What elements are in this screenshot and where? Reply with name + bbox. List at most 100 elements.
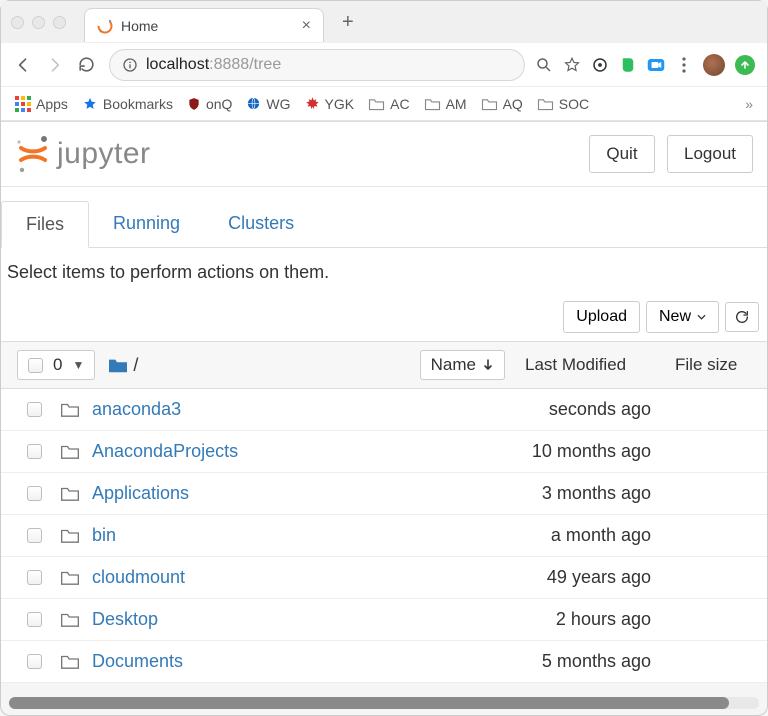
update-indicator-icon[interactable] [735, 55, 755, 75]
quit-button[interactable]: Quit [589, 135, 654, 173]
file-modified: a month ago [551, 525, 751, 546]
file-modified: 3 months ago [542, 483, 751, 504]
folder-icon [424, 97, 441, 111]
close-tab-button[interactable]: × [302, 17, 311, 35]
file-name-link[interactable]: anaconda3 [92, 399, 181, 420]
file-row[interactable]: bin a month ago [1, 515, 767, 557]
file-modified: seconds ago [549, 399, 751, 420]
bookmark-folder-aq[interactable]: AQ [481, 96, 523, 112]
selection-hint: Select items to perform actions on them. [1, 248, 767, 297]
minimize-window-button[interactable] [32, 16, 45, 29]
toolbar: localhost:8888/tree [1, 43, 767, 87]
extension-info-icon[interactable] [591, 56, 609, 74]
breadcrumb-root-icon[interactable] [107, 356, 129, 374]
select-all-dropdown[interactable]: 0 ▼ [17, 350, 95, 380]
select-all-checkbox[interactable] [28, 358, 43, 373]
folder-icon [60, 443, 82, 460]
bookmark-folder-am[interactable]: AM [424, 96, 467, 112]
scrollbar-thumb[interactable] [9, 697, 729, 709]
bookmark-wg[interactable]: WG [246, 96, 290, 112]
file-row[interactable]: anaconda3 seconds ago [1, 389, 767, 431]
reload-button[interactable] [77, 55, 99, 74]
jupyter-favicon-icon [97, 18, 113, 34]
bookmarks-overflow-button[interactable]: » [745, 96, 753, 112]
row-checkbox[interactable] [27, 612, 42, 627]
bookmark-onq[interactable]: onQ [187, 96, 232, 112]
file-row[interactable]: cloudmount49 years ago [1, 557, 767, 599]
browser-tab[interactable]: Home × [84, 8, 324, 42]
file-list: anaconda3 seconds ago AnacondaProjects 10 m… [1, 389, 767, 683]
tab-title: Home [121, 18, 294, 34]
apps-shortcut[interactable]: Apps [15, 96, 68, 112]
refresh-button[interactable] [725, 302, 759, 332]
modified-col-label[interactable]: Last Modified [525, 355, 665, 375]
file-modified: 10 months ago [532, 441, 751, 462]
video-extension-icon[interactable] [647, 56, 665, 74]
header-buttons: Quit Logout [581, 135, 753, 173]
file-toolbar: Upload New [1, 297, 767, 341]
bookmarks-label: Bookmarks [103, 96, 173, 112]
apps-label: Apps [36, 96, 68, 112]
bookmark-folder-soc[interactable]: SOC [537, 96, 589, 112]
file-name-link[interactable]: AnacondaProjects [92, 441, 238, 462]
forward-button[interactable] [45, 55, 67, 75]
row-checkbox[interactable] [27, 654, 42, 669]
file-name-link[interactable]: bin [92, 525, 116, 546]
tab-files[interactable]: Files [1, 201, 89, 248]
tab-running[interactable]: Running [89, 201, 204, 247]
window-controls [11, 16, 66, 29]
file-name-link[interactable]: Documents [92, 651, 183, 672]
jupyter-logo[interactable]: jupyter [15, 134, 151, 174]
file-name-link[interactable]: cloudmount [92, 567, 185, 588]
file-modified: 5 months ago [542, 651, 751, 672]
jupyter-logo-icon [15, 134, 51, 174]
file-name-link[interactable]: Desktop [92, 609, 158, 630]
maximize-window-button[interactable] [53, 16, 66, 29]
folder-icon [60, 485, 82, 502]
upload-button[interactable]: Upload [563, 301, 640, 333]
back-button[interactable] [13, 55, 35, 75]
file-row[interactable]: Documents 5 months ago [1, 641, 767, 683]
bookmark-ygk[interactable]: YGK [305, 96, 355, 112]
new-tab-button[interactable]: + [332, 11, 364, 34]
file-row[interactable]: Desktop2 hours ago [1, 599, 767, 641]
row-checkbox[interactable] [27, 528, 42, 543]
profile-avatar[interactable] [703, 54, 725, 76]
horizontal-scrollbar[interactable] [9, 697, 759, 709]
file-row[interactable]: AnacondaProjects 10 months ago [1, 431, 767, 473]
menu-kebab-icon[interactable] [675, 56, 693, 74]
folder-icon [60, 611, 82, 628]
row-checkbox[interactable] [27, 570, 42, 585]
row-checkbox[interactable] [27, 486, 42, 501]
folder-icon [60, 653, 82, 670]
logout-button[interactable]: Logout [667, 135, 753, 173]
size-col-label[interactable]: File size [675, 355, 751, 375]
bookmarks-bar: Apps Bookmarks onQ WG YGK AC AM AQ SOC » [1, 87, 767, 121]
bookmarks-shortcut[interactable]: Bookmarks [82, 96, 173, 112]
sort-by-name-button[interactable]: Name [420, 350, 505, 380]
folder-icon [537, 97, 554, 111]
new-dropdown-button[interactable]: New [646, 301, 719, 333]
tab-clusters[interactable]: Clusters [204, 201, 318, 247]
star-filled-icon [82, 96, 98, 112]
list-header: 0 ▼ / Name Last Modified File size [1, 341, 767, 389]
file-row[interactable]: Applications 3 months ago [1, 473, 767, 515]
close-window-button[interactable] [11, 16, 24, 29]
selected-count: 0 [53, 355, 62, 375]
row-checkbox[interactable] [27, 444, 42, 459]
folder-icon [60, 527, 82, 544]
address-bar[interactable]: localhost:8888/tree [109, 49, 525, 81]
new-label: New [659, 308, 691, 326]
file-name-link[interactable]: Applications [92, 483, 189, 504]
evernote-icon[interactable] [619, 56, 637, 74]
jupyter-word: jupyter [57, 137, 151, 171]
browser-chrome: Home × + localhost:8888/tree [1, 1, 767, 122]
bookmark-folder-ac[interactable]: AC [368, 96, 409, 112]
site-info-icon[interactable] [122, 57, 138, 73]
zoom-icon[interactable] [535, 56, 553, 74]
row-checkbox[interactable] [27, 402, 42, 417]
apps-grid-icon [15, 96, 31, 112]
star-icon[interactable] [563, 56, 581, 74]
folder-icon [368, 97, 385, 111]
folder-icon [60, 401, 82, 418]
